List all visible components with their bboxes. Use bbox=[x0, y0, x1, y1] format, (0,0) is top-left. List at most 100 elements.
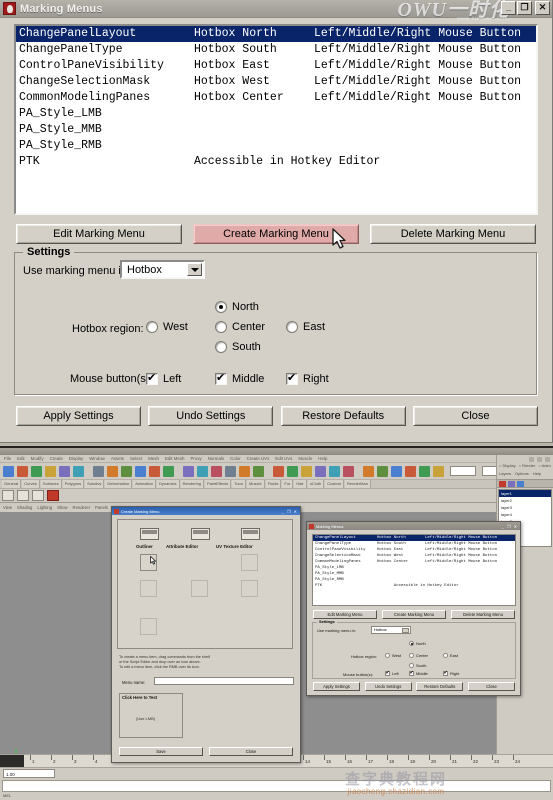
mini-radio-north[interactable]: North bbox=[409, 641, 426, 646]
maximize-button[interactable]: ❐ bbox=[517, 1, 532, 15]
layer-row[interactable]: layer2 bbox=[499, 497, 551, 504]
layer-editor-menubar[interactable]: Layers Options Help bbox=[497, 471, 553, 479]
maya-shelf-tab[interactable]: Surfaces bbox=[40, 480, 62, 488]
maya-toolbar-icon[interactable] bbox=[225, 465, 236, 477]
layer-row[interactable]: layer3 bbox=[499, 504, 551, 511]
mini-create-marking-menu-dialog[interactable]: Create Marking Menu _ ❐ ✕ Outliner Attri… bbox=[111, 506, 301, 763]
mini-marking-menu-list[interactable]: ChangePanelLayout Hotbox North Left/Middle… bbox=[312, 534, 516, 606]
mini-check-middle[interactable]: Middle bbox=[409, 670, 428, 676]
maya-toolbar-icon[interactable] bbox=[267, 465, 270, 477]
maya-menu-item[interactable]: Select bbox=[130, 456, 142, 461]
table-row[interactable]: ControlPaneVisibility Hotbox East Left/Mid… bbox=[16, 58, 536, 74]
mini-radio-south[interactable]: South bbox=[409, 663, 426, 668]
maya-shelf-tab[interactable]: Curves bbox=[22, 480, 40, 488]
mini-use-select[interactable]: Hotbox bbox=[371, 626, 411, 634]
mini-undo-settings-button[interactable]: Undo Settings bbox=[364, 682, 412, 691]
editor-icon-attribute-editor[interactable] bbox=[191, 528, 210, 540]
maya-toolbar-icon[interactable] bbox=[73, 465, 84, 477]
maya-shelf-tabs[interactable]: General Curves Surfaces Polygons Subdivs Defo… bbox=[0, 480, 553, 489]
maya-toolbar-icon[interactable] bbox=[433, 465, 444, 477]
maya-toolbar-icon[interactable] bbox=[287, 465, 298, 477]
maya-shelf-tab[interactable]: RenderMan bbox=[345, 480, 371, 488]
maya-range-slider[interactable]: 1.00 bbox=[0, 768, 553, 779]
maya-toolbar-icon[interactable] bbox=[31, 465, 42, 477]
maya-shelf-tab[interactable]: Custom bbox=[325, 480, 345, 488]
maya-shelf-icon[interactable] bbox=[32, 490, 44, 501]
maya-toolbar-icon[interactable] bbox=[87, 465, 90, 477]
maya-shelf-icon[interactable] bbox=[47, 490, 59, 501]
maya-shelf-tab[interactable]: Toon bbox=[232, 480, 246, 488]
mini-marking-menus-dialog[interactable]: Marking Menus _ ❐ ✕ ChangePanelLayout Hot… bbox=[306, 521, 521, 696]
maya-shelf-tab[interactable]: General bbox=[2, 480, 22, 488]
current-frame-field[interactable]: 1.00 bbox=[3, 769, 55, 778]
delete-marking-menu-button[interactable]: Delete Marking Menu bbox=[370, 224, 536, 244]
maya-menu-item[interactable]: Edit UVs bbox=[275, 456, 292, 461]
mini-radio-east[interactable]: East bbox=[443, 653, 458, 658]
maya-toolbar-icon[interactable] bbox=[377, 465, 388, 477]
maya-menu-item[interactable]: Help bbox=[318, 456, 327, 461]
maya-shelf-tab[interactable]: Fur bbox=[282, 480, 294, 488]
use-marking-menu-select[interactable]: Hotbox bbox=[120, 260, 205, 279]
mini-marking-dialog-titlebar[interactable]: Marking Menus _ ❐ ✕ bbox=[307, 522, 520, 530]
undo-settings-button[interactable]: Undo Settings bbox=[148, 406, 274, 426]
maya-panel-menu-item[interactable]: Shading bbox=[17, 505, 32, 510]
window-titlebar[interactable]: Marking Menus OWU一时化 www.ourmmm.com _ ❐ … bbox=[0, 0, 552, 22]
maya-toolbar-icon[interactable] bbox=[45, 465, 56, 477]
mini-close-button-bottom[interactable]: Close bbox=[467, 682, 515, 691]
table-row[interactable]: PA_Style_RMB bbox=[16, 138, 536, 154]
maya-toolbar-icon[interactable] bbox=[211, 465, 222, 477]
maya-shelf-tab[interactable]: Deformation bbox=[105, 480, 133, 488]
maya-toolbar-icon[interactable] bbox=[329, 465, 340, 477]
click-here-to-test-area[interactable]: Click Here to Test (Use LMB) bbox=[119, 693, 183, 738]
maya-toolbar-icon[interactable] bbox=[121, 465, 132, 477]
layer-row[interactable]: layer4 bbox=[499, 511, 551, 518]
apply-settings-button[interactable]: Apply Settings bbox=[16, 406, 141, 426]
maya-toolbar-icon[interactable] bbox=[315, 465, 326, 477]
maya-menu-item[interactable]: Proxy bbox=[190, 456, 201, 461]
maya-panel-menu-item[interactable]: Renderer bbox=[73, 505, 90, 510]
menu-slot-ne[interactable] bbox=[241, 554, 258, 571]
maya-menu-item[interactable]: Window bbox=[89, 456, 105, 461]
close-button-bottom[interactable]: Close bbox=[412, 406, 538, 426]
radio-region-south[interactable]: South bbox=[215, 341, 261, 353]
maya-toolbar-icon[interactable] bbox=[177, 465, 180, 477]
maya-shelf-tab[interactable]: Animation bbox=[133, 480, 156, 488]
close-button[interactable]: ✕ bbox=[535, 1, 550, 15]
maya-shelf-tab[interactable]: Hair bbox=[294, 480, 307, 488]
menu-slot-e[interactable] bbox=[241, 580, 258, 597]
maya-menubar[interactable]: File Edit Modify Create Display Window Assets S… bbox=[0, 455, 553, 463]
maya-shelf-tab[interactable]: PaintEffects bbox=[205, 480, 232, 488]
maya-menu-item[interactable]: Assets bbox=[111, 456, 124, 461]
table-row[interactable]: ChangePanelType Hotbox South Left/Middle/R… bbox=[16, 42, 536, 58]
maya-menu-item[interactable]: Modify bbox=[31, 456, 44, 461]
maya-panel-menu-item[interactable]: Lighting bbox=[37, 505, 52, 510]
maya-panel-menu-item[interactable]: Show bbox=[57, 505, 67, 510]
maya-command-line[interactable] bbox=[2, 780, 551, 792]
maya-shelf-tab[interactable]: nCloth bbox=[307, 480, 325, 488]
mini-check-right[interactable]: Right bbox=[443, 670, 459, 676]
radio-region-east[interactable]: East bbox=[286, 321, 325, 333]
maya-shelf-tab[interactable]: Subdivs bbox=[85, 480, 105, 488]
maya-toolbar-icon[interactable] bbox=[301, 465, 312, 477]
maya-toolbar-icon[interactable] bbox=[59, 465, 70, 477]
mini-marking-dialog-controls[interactable]: _ ❐ ✕ bbox=[502, 524, 518, 529]
marking-menu-list[interactable]: ChangePanelLayout Hotbox North Left/Middle… bbox=[14, 24, 538, 215]
mini-check-left[interactable]: Left bbox=[385, 670, 399, 676]
mini-close-button[interactable]: Close bbox=[209, 747, 293, 756]
maya-menu-item[interactable]: Edit bbox=[17, 456, 25, 461]
channel-box-tabs[interactable]: ○ Display ○ Render ○ Anim bbox=[497, 463, 553, 471]
table-row[interactable]: ChangePanelLayout Hotbox North Left/Middle… bbox=[16, 26, 536, 42]
maya-menu-item[interactable]: Edit Mesh bbox=[165, 456, 185, 461]
mini-create-marking-menu-button[interactable]: Create Marking Menu bbox=[382, 610, 446, 619]
layer-toolbar[interactable] bbox=[497, 479, 553, 488]
time-slider-handle[interactable] bbox=[0, 755, 24, 767]
maya-toolbar-icon[interactable] bbox=[239, 465, 250, 477]
edit-marking-menu-button[interactable]: Edit Marking Menu bbox=[16, 224, 182, 244]
mini-edit-marking-menu-button[interactable]: Edit Marking Menu bbox=[313, 610, 377, 619]
mini-save-button[interactable]: Save bbox=[119, 747, 203, 756]
maya-shelf-tab[interactable]: Polygons bbox=[62, 480, 85, 488]
mini-restore-defaults-button[interactable]: Restore Defaults bbox=[416, 682, 464, 691]
channel-box-icons[interactable] bbox=[497, 455, 553, 463]
maya-toolbar-icon[interactable] bbox=[391, 465, 402, 477]
maya-shelf-tab[interactable]: Fluids bbox=[265, 480, 282, 488]
